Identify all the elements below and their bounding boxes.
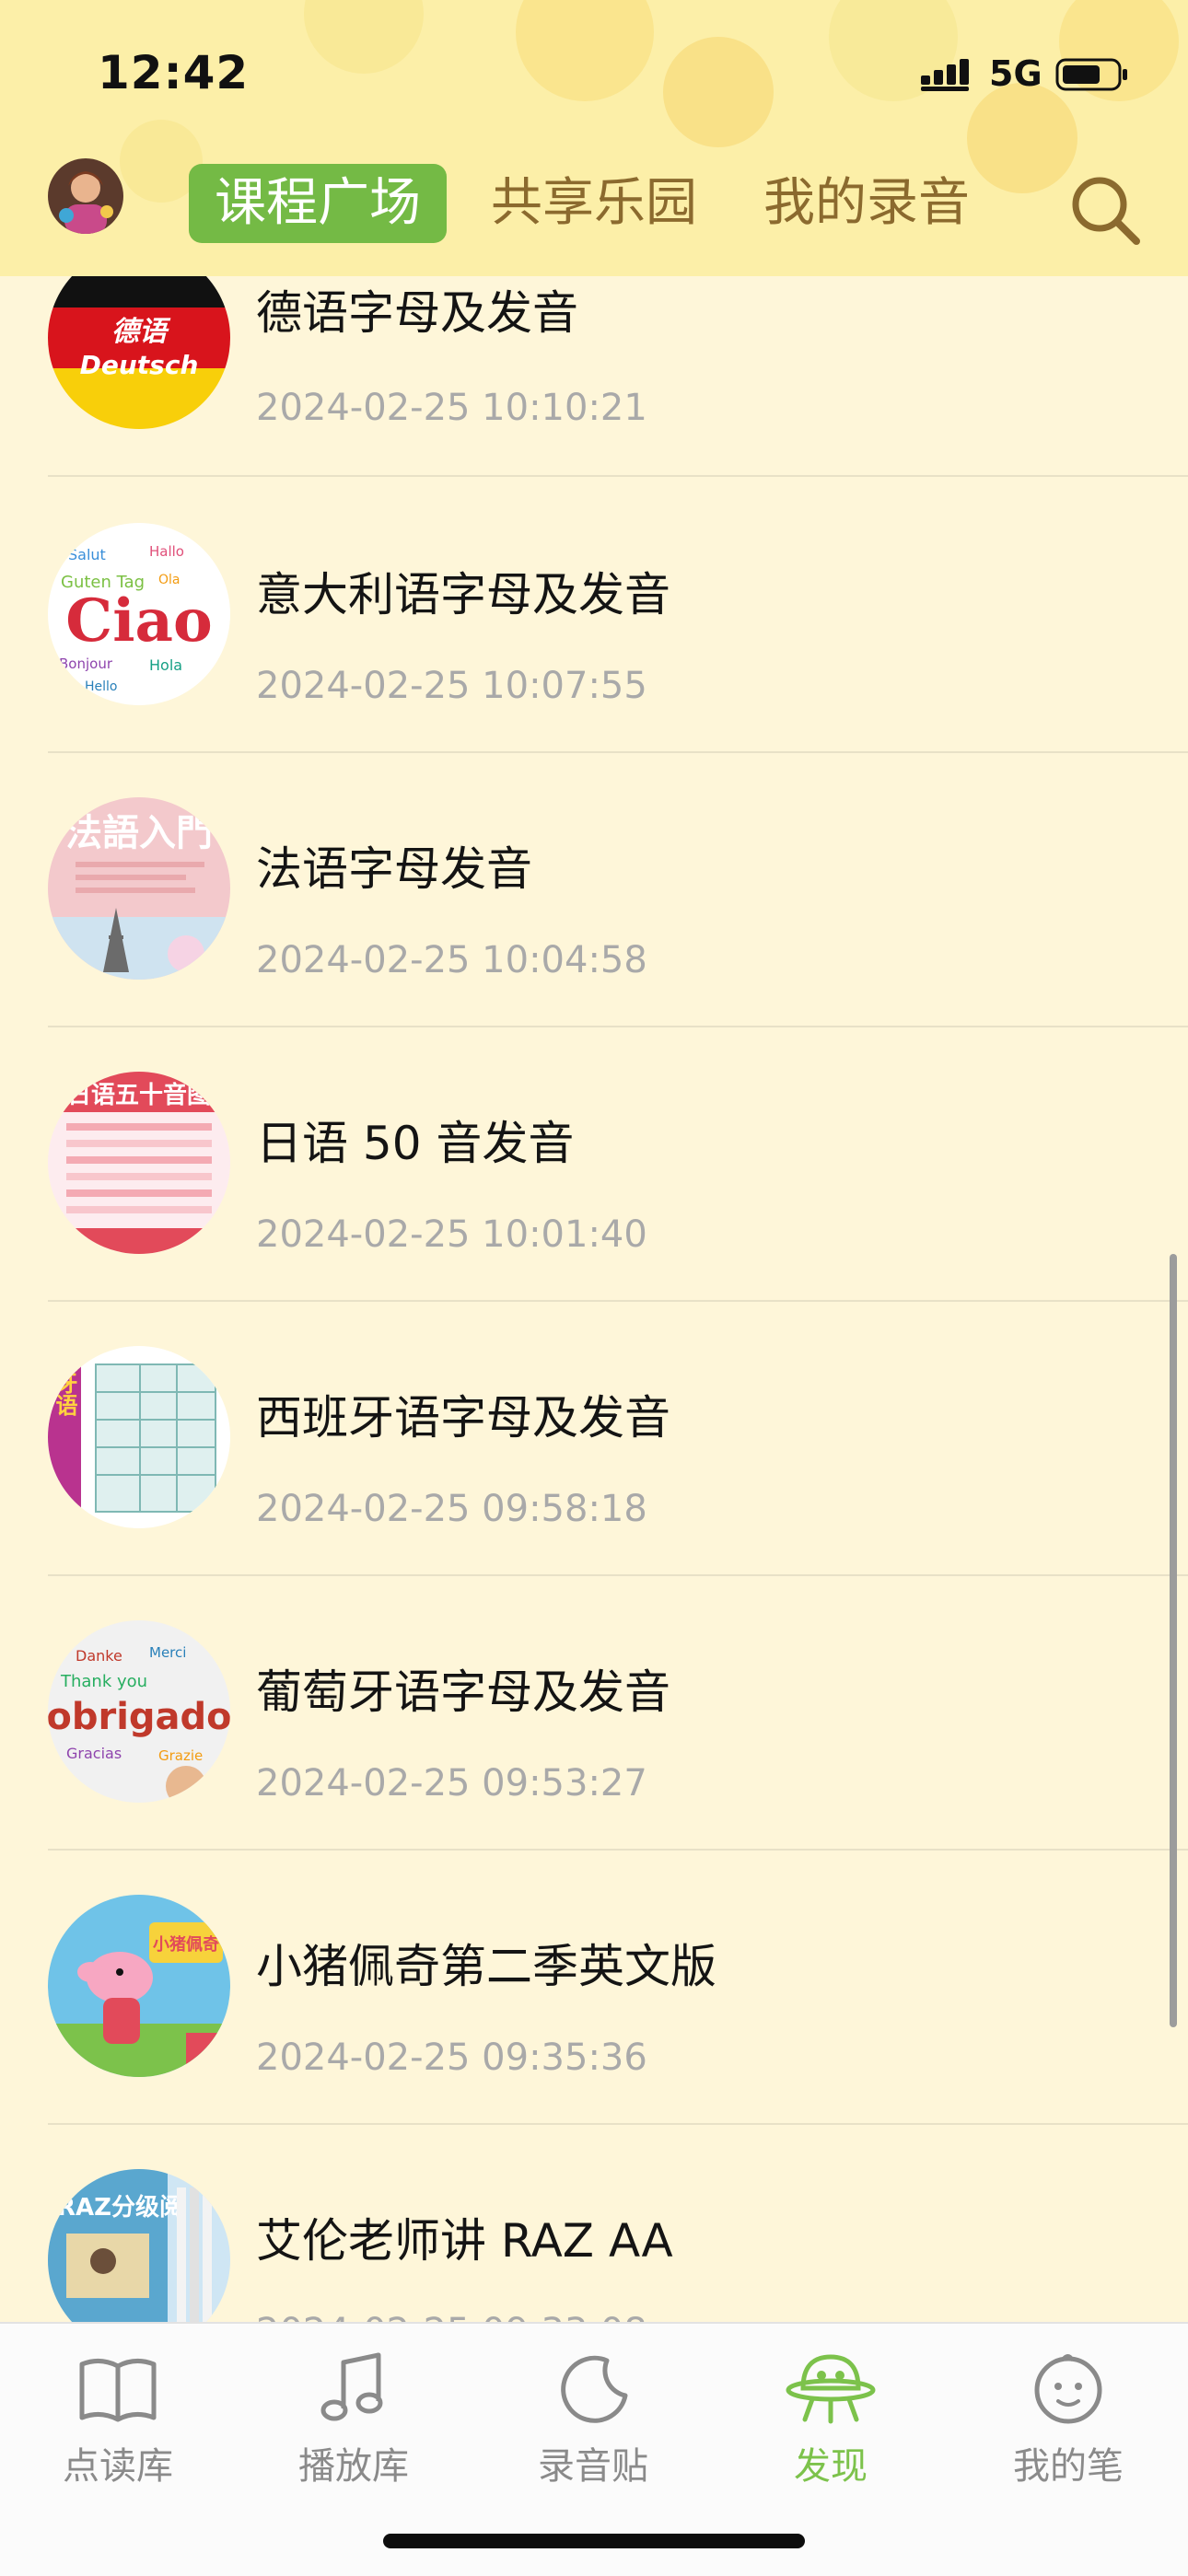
svg-text:Grazie: Grazie: [158, 1747, 203, 1764]
course-date: 2024-02-25 10:07:55: [256, 665, 647, 707]
thumbnail-text: Ciao: [65, 586, 212, 656]
list-item[interactable]: 日语五十音图 日语 50 音发音 2024-02-25 10:01:40: [48, 1026, 1188, 1302]
course-title: 德语字母及发音: [256, 286, 578, 340]
tab-course-square[interactable]: 课程广场: [189, 164, 447, 243]
course-title: 日语 50 音发音: [256, 1117, 575, 1170]
nav-label: 播放库: [298, 2445, 409, 2488]
course-title: 艾伦老师讲 RAZ AA: [256, 2214, 673, 2268]
thumbnail-text: Deutsch: [80, 350, 199, 380]
moon-icon: [561, 2355, 628, 2423]
course-thumbnail: 小猪佩奇: [48, 1895, 230, 2077]
nav-label: 发现: [794, 2445, 868, 2488]
course-thumbnail: Danke Merci Thank you obrigado Gracias G…: [48, 1620, 230, 1803]
nav-item-my-pen[interactable]: 我的笔: [976, 2351, 1160, 2499]
course-title: 法语字母发音: [256, 842, 532, 896]
course-title: 小猪佩奇第二季英文版: [256, 1940, 716, 1993]
tab-shared-park[interactable]: 共享乐园: [491, 164, 697, 243]
list-item[interactable]: 班牙语 西班牙语字母及发音 2024-02-25 09:58:18: [48, 1300, 1188, 1576]
svg-text:Hallo: Hallo: [149, 543, 184, 560]
svg-text:Salut: Salut: [68, 546, 106, 563]
thumbnail-text: 小猪佩奇: [153, 1934, 219, 1955]
header-wave-edge: [0, 249, 1188, 268]
nav-item-read-library[interactable]: 点读库: [26, 2351, 210, 2499]
list-item[interactable]: 法語入門 法语字母发音 2024-02-25 10:04:58: [48, 751, 1188, 1027]
book-icon: [79, 2359, 157, 2422]
course-date: 2024-02-25 10:04:58: [256, 939, 647, 981]
header-decoration: [663, 37, 774, 147]
course-thumbnail: Salut Hallo Guten Tag Ola Ciao Bonjour H…: [48, 523, 230, 705]
svg-text:Danke: Danke: [76, 1647, 122, 1665]
tab-my-recordings[interactable]: 我的录音: [763, 164, 970, 243]
music-note-icon: [320, 2352, 383, 2421]
avatar-photo: [48, 158, 123, 234]
course-date: 2024-02-25 09:35:36: [256, 2036, 647, 2079]
svg-text:Ola: Ola: [158, 573, 181, 587]
course-date: 2024-02-25 10:01:40: [256, 1213, 647, 1256]
network-type: 5G: [989, 53, 1042, 94]
nav-item-recording-sticker[interactable]: 录音贴: [501, 2351, 685, 2499]
baby-face-icon: [1034, 2354, 1102, 2424]
header-decoration: [967, 83, 1077, 193]
nav-label: 点读库: [63, 2445, 173, 2488]
svg-text:Bonjour: Bonjour: [59, 656, 113, 672]
battery-icon: [1055, 58, 1127, 91]
search-icon[interactable]: [1068, 173, 1142, 247]
header-decoration: [516, 0, 654, 101]
thumbnail-text: obrigado: [48, 1696, 230, 1738]
thumbnail-text: 法語入門: [65, 812, 213, 854]
list-item[interactable]: Salut Hallo Guten Tag Ola Ciao Bonjour H…: [48, 477, 1188, 753]
header-decoration: [304, 0, 424, 74]
user-avatar[interactable]: [48, 158, 123, 234]
thumbnail-text: 班牙语: [52, 1350, 77, 1416]
course-thumbnail: 日语五十音图: [48, 1072, 230, 1254]
course-title: 西班牙语字母及发音: [256, 1391, 670, 1445]
course-date: 2024-02-25 09:53:27: [256, 1762, 647, 1804]
course-date: 2024-02-25 10:10:21: [256, 387, 647, 429]
course-title: 葡萄牙语字母及发音: [256, 1665, 670, 1719]
svg-text:Merci: Merci: [149, 1644, 186, 1661]
scrollbar[interactable]: [1170, 1254, 1177, 2027]
cellular-signal-icon: [921, 59, 969, 91]
status-time: 12:42: [98, 46, 250, 99]
svg-text:Hello: Hello: [85, 679, 118, 694]
thumbnail-text: RAZ分级阅: [57, 2193, 183, 2222]
nav-label: 我的笔: [1013, 2445, 1124, 2488]
list-item[interactable]: Danke Merci Thank you obrigado Gracias G…: [48, 1574, 1188, 1851]
nav-item-play-library[interactable]: 播放库: [262, 2351, 446, 2499]
app-header: 12:42 5G 课程广场 共享乐园 我的录音: [0, 0, 1188, 276]
course-date: 2024-02-25 09:58:18: [256, 1488, 647, 1530]
nav-item-discover[interactable]: 发现: [739, 2351, 923, 2499]
alien-ufo-icon: [786, 2354, 876, 2424]
home-indicator[interactable]: [383, 2534, 805, 2548]
course-thumbnail: 法語入門: [48, 797, 230, 980]
svg-text:Hola: Hola: [149, 656, 182, 674]
thumbnail-text: 日语五十音图: [67, 1081, 211, 1109]
thumbnail-text: 德语: [111, 316, 171, 348]
svg-text:Thank you: Thank you: [60, 1672, 147, 1691]
svg-text:Gracias: Gracias: [66, 1745, 122, 1762]
nav-label: 录音贴: [538, 2445, 648, 2488]
list-item[interactable]: 小猪佩奇 小猪佩奇第二季英文版 2024-02-25 09:35:36: [48, 1849, 1188, 2125]
course-title: 意大利语字母及发音: [256, 568, 670, 621]
course-thumbnail: 班牙语: [48, 1346, 230, 1528]
